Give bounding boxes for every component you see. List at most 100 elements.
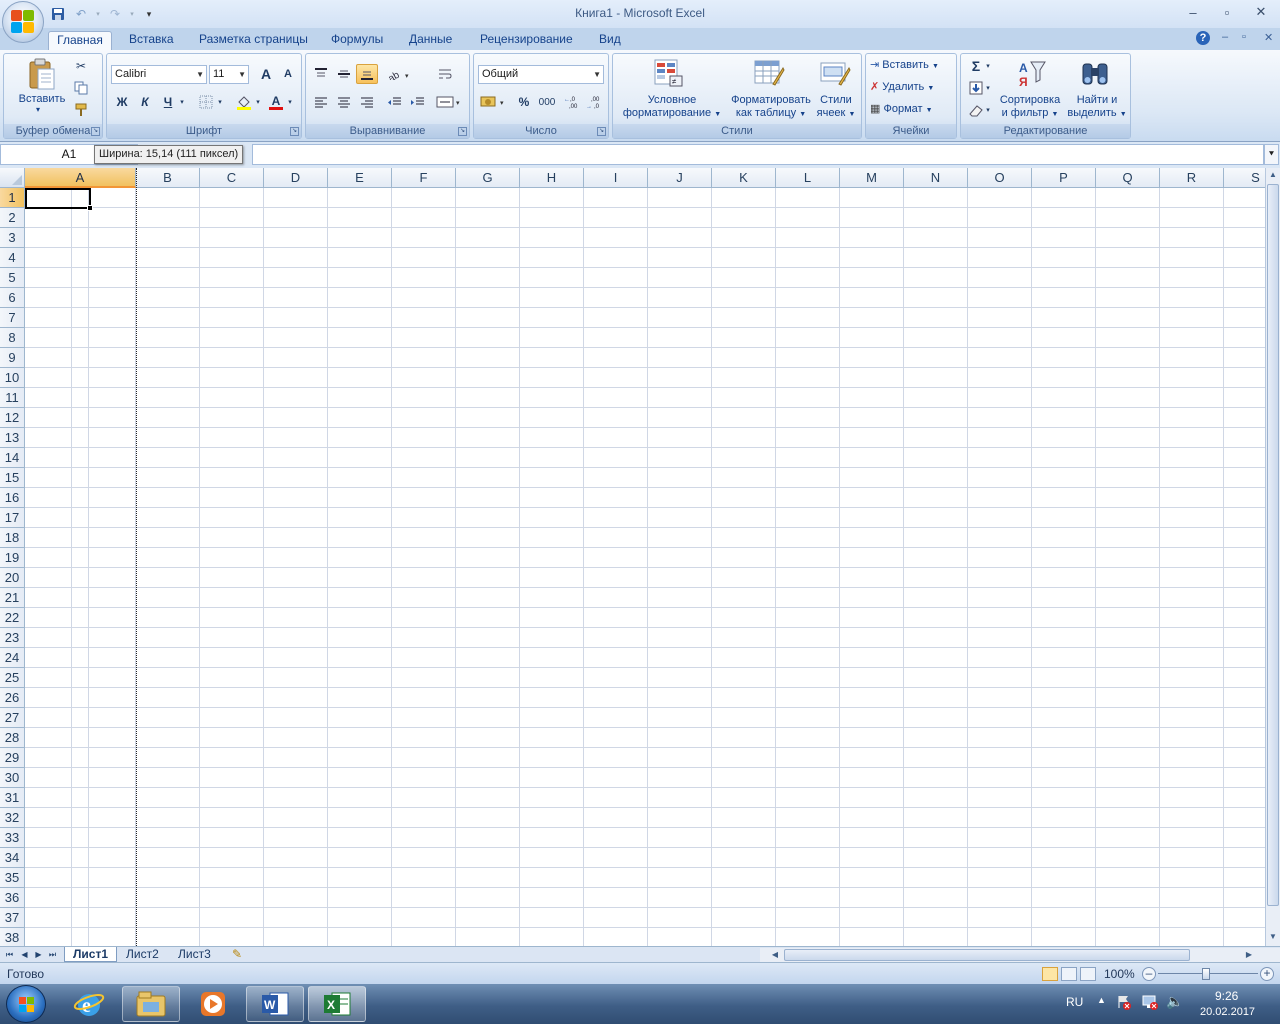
- font-color-button[interactable]: A: [265, 92, 287, 112]
- paste-icon[interactable]: [26, 58, 58, 90]
- increase-indent-icon[interactable]: [407, 92, 429, 112]
- formula-input[interactable]: [252, 144, 1264, 165]
- percent-button[interactable]: %: [513, 92, 535, 112]
- column-header-r[interactable]: R: [1160, 168, 1224, 188]
- maximize-button[interactable]: ▫: [1212, 3, 1242, 21]
- row-header-1[interactable]: 1: [0, 188, 25, 208]
- italic-button[interactable]: К: [134, 92, 156, 112]
- row-header-23[interactable]: 23: [0, 628, 25, 648]
- clock-time[interactable]: 9:26: [1215, 989, 1238, 1003]
- paste-dropdown-icon[interactable]: ▾: [36, 105, 40, 114]
- column-header-q[interactable]: Q: [1096, 168, 1160, 188]
- conditional-formatting-icon[interactable]: ≠: [653, 58, 685, 90]
- font-name-select[interactable]: Calibri ▼: [111, 65, 207, 84]
- cell-styles-button[interactable]: Стили ячеек ▼: [813, 94, 859, 121]
- expand-formula-bar-button[interactable]: ⯆: [1264, 144, 1279, 165]
- first-sheet-icon[interactable]: ⏮: [3, 948, 16, 961]
- network-icon[interactable]: [1141, 994, 1159, 1013]
- column-header-b[interactable]: B: [136, 168, 200, 188]
- decrease-decimal-icon[interactable]: ,00 → ,0: [584, 92, 606, 112]
- tab-view[interactable]: Вид: [593, 31, 627, 51]
- bold-button[interactable]: Ж: [111, 92, 133, 112]
- normal-view-icon[interactable]: [1042, 967, 1058, 981]
- column-header-s[interactable]: S: [1224, 168, 1265, 188]
- borders-dropdown-icon[interactable]: ▾: [215, 92, 225, 112]
- column-header-m[interactable]: M: [840, 168, 904, 188]
- media-player-icon[interactable]: [184, 986, 242, 1022]
- row-header-10[interactable]: 10: [0, 368, 25, 388]
- fill-dropdown-icon[interactable]: ▾: [983, 78, 993, 98]
- format-as-table-icon[interactable]: [753, 58, 785, 90]
- shrink-font-button[interactable]: A: [277, 64, 299, 84]
- insert-cells-button[interactable]: ⇥ Вставить ▼: [870, 58, 939, 71]
- row-header-26[interactable]: 26: [0, 688, 25, 708]
- align-center-icon[interactable]: [333, 92, 355, 112]
- sort-filter-icon[interactable]: АЯ: [1015, 58, 1047, 90]
- horizontal-scroll-thumb[interactable]: [784, 949, 1190, 961]
- paste-button[interactable]: Вставить: [8, 93, 76, 105]
- word-icon[interactable]: W: [246, 986, 304, 1022]
- prev-sheet-icon[interactable]: ◀: [18, 948, 31, 961]
- fill-handle[interactable]: [87, 205, 93, 211]
- row-header-9[interactable]: 9: [0, 348, 25, 368]
- row-header-13[interactable]: 13: [0, 428, 25, 448]
- row-header-7[interactable]: 7: [0, 308, 25, 328]
- sheet-tab-1[interactable]: Лист1: [64, 947, 118, 962]
- row-header-15[interactable]: 15: [0, 468, 25, 488]
- insert-sheet-icon[interactable]: ✎: [224, 947, 250, 962]
- zoom-slider-thumb[interactable]: [1202, 968, 1210, 980]
- cut-icon[interactable]: ✂: [70, 56, 92, 76]
- column-header-e[interactable]: E: [328, 168, 392, 188]
- row-header-32[interactable]: 32: [0, 808, 25, 828]
- row-header-16[interactable]: 16: [0, 488, 25, 508]
- row-header-36[interactable]: 36: [0, 888, 25, 908]
- number-launcher-icon[interactable]: ↘: [597, 127, 606, 136]
- underline-dropdown-icon[interactable]: ▾: [177, 92, 187, 112]
- row-header-24[interactable]: 24: [0, 648, 25, 668]
- row-header-19[interactable]: 19: [0, 548, 25, 568]
- action-center-icon[interactable]: [1116, 994, 1132, 1013]
- internet-explorer-icon[interactable]: e: [60, 986, 118, 1022]
- delete-cells-button[interactable]: ✗ Удалить ▼: [870, 80, 934, 93]
- minimize-button[interactable]: –: [1178, 3, 1208, 21]
- row-header-37[interactable]: 37: [0, 908, 25, 928]
- align-left-icon[interactable]: [310, 92, 332, 112]
- row-header-25[interactable]: 25: [0, 668, 25, 688]
- align-top-icon[interactable]: [310, 64, 332, 84]
- alignment-launcher-icon[interactable]: ↘: [458, 127, 467, 136]
- office-button[interactable]: [2, 1, 44, 43]
- column-header-a[interactable]: A: [25, 168, 136, 188]
- tab-page-layout[interactable]: Разметка страницы: [193, 31, 314, 51]
- row-header-20[interactable]: 20: [0, 568, 25, 588]
- copy-icon[interactable]: [70, 78, 92, 98]
- column-header-f[interactable]: F: [392, 168, 456, 188]
- row-header-18[interactable]: 18: [0, 528, 25, 548]
- row-header-35[interactable]: 35: [0, 868, 25, 888]
- row-header-11[interactable]: 11: [0, 388, 25, 408]
- tab-data[interactable]: Данные: [403, 31, 458, 51]
- row-header-8[interactable]: 8: [0, 328, 25, 348]
- wrap-text-icon[interactable]: [434, 64, 456, 84]
- row-header-30[interactable]: 30: [0, 768, 25, 788]
- row-header-2[interactable]: 2: [0, 208, 25, 228]
- format-cells-button[interactable]: ▦ Формат ▼: [870, 102, 933, 115]
- tab-insert[interactable]: Вставка: [123, 31, 180, 51]
- row-header-6[interactable]: 6: [0, 288, 25, 308]
- currency-format-icon[interactable]: ▾: [478, 92, 510, 112]
- grow-font-button[interactable]: A: [255, 64, 277, 84]
- row-header-34[interactable]: 34: [0, 848, 25, 868]
- fill-color-icon[interactable]: [233, 92, 255, 112]
- column-header-j[interactable]: J: [648, 168, 712, 188]
- row-header-17[interactable]: 17: [0, 508, 25, 528]
- ribbon-restore-button[interactable]: ▫: [1242, 31, 1246, 43]
- select-all-button[interactable]: [0, 168, 25, 188]
- clear-dropdown-icon[interactable]: ▾: [983, 100, 993, 120]
- underline-button[interactable]: Ч: [157, 92, 179, 112]
- column-header-g[interactable]: G: [456, 168, 520, 188]
- active-cell[interactable]: [25, 188, 91, 209]
- zoom-in-button[interactable]: +: [1260, 967, 1274, 981]
- column-header-i[interactable]: I: [584, 168, 648, 188]
- row-header-3[interactable]: 3: [0, 228, 25, 248]
- clock-date[interactable]: 20.02.2017: [1200, 1006, 1255, 1018]
- row-header-4[interactable]: 4: [0, 248, 25, 268]
